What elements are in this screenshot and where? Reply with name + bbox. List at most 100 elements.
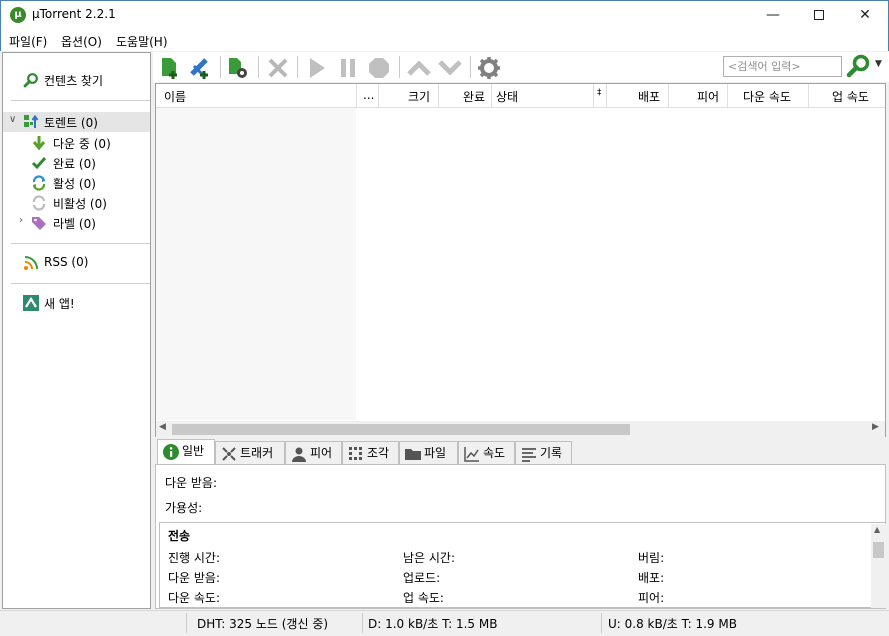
sidebar-item-downloading[interactable]: 다운 중 (0) <box>3 133 150 153</box>
uploaded-label: 업로드: <box>403 571 441 585</box>
upload-speed-label: 업 속도: <box>403 591 444 605</box>
detail-tabs: 일반 트래커 피어 조각 파일 속도 기록 <box>155 439 886 466</box>
status-divider <box>186 613 187 633</box>
tab-trackers[interactable]: 트래커 <box>215 441 285 465</box>
scroll-up-icon[interactable]: ▲ <box>874 525 880 534</box>
tab-general[interactable]: 일반 <box>157 439 215 466</box>
sidebar-item-label: 새 앱! <box>44 297 75 311</box>
maximize-button[interactable] <box>796 0 842 30</box>
divider <box>11 100 150 101</box>
sidebar-item-active[interactable]: 활성 (0) <box>3 173 150 193</box>
sidebar-item-labels[interactable]: › 라벨 (0) <box>3 213 150 233</box>
close-button[interactable]: ✕ <box>842 0 888 30</box>
find-content-link[interactable]: 컨텐츠 찾기 <box>3 70 150 90</box>
download-status: D: 1.0 kB/초 T: 1.5 MB <box>368 617 498 631</box>
tab-speed[interactable]: 속도 <box>458 441 515 465</box>
column-done[interactable]: 완료 <box>463 88 485 105</box>
category-sidebar: 컨텐츠 찾기 ∨ 토렌트 (0) 다운 중 (0) 완료 (0) 활성 (0) <box>2 52 151 609</box>
name-column-area <box>156 108 356 420</box>
sidebar-item-inactive[interactable]: 비활성 (0) <box>3 193 150 213</box>
scroll-right-icon[interactable]: ▶ <box>872 422 879 432</box>
tab-label: 조각 <box>367 446 390 460</box>
sidebar-item-label: 완료 (0) <box>53 157 96 171</box>
start-icon[interactable] <box>305 56 329 80</box>
wasted-label: 버림: <box>638 551 665 565</box>
remaining-time-label: 남은 시간: <box>403 551 456 565</box>
move-down-icon[interactable] <box>438 56 462 80</box>
toolbar-separator <box>470 56 471 78</box>
tab-logger[interactable]: 기록 <box>515 441 572 465</box>
sidebar-item-rss[interactable]: RSS (0) <box>3 253 150 273</box>
tab-files[interactable]: 파일 <box>399 441 458 465</box>
menu-help[interactable]: 도움말(H) <box>116 33 168 50</box>
menu-file[interactable]: 파일(F) <box>9 33 47 50</box>
scrollbar-thumb[interactable] <box>873 542 884 558</box>
horizontal-scrollbar[interactable]: ◀ ▶ <box>156 421 885 437</box>
tab-pieces[interactable]: 조각 <box>342 441 399 465</box>
sidebar-item-label: 라벨 (0) <box>53 217 96 231</box>
column-size[interactable]: 크기 <box>408 88 430 105</box>
column-down-speed[interactable]: 다운 속도 <box>743 88 791 105</box>
move-up-icon[interactable] <box>407 56 431 80</box>
sidebar-item-label: RSS (0) <box>44 255 89 269</box>
search-icon[interactable] <box>846 53 872 79</box>
divider <box>11 243 150 244</box>
chevron-down-icon: ∨ <box>9 114 17 125</box>
download-arrow-icon <box>32 136 46 151</box>
add-torrent-icon[interactable] <box>158 56 182 80</box>
gear-icon[interactable] <box>477 56 501 80</box>
seeds-label: 배포: <box>638 571 665 585</box>
window-title: µTorrent 2.2.1 <box>32 7 116 21</box>
log-lines-icon <box>522 448 536 462</box>
add-url-icon[interactable] <box>188 56 212 80</box>
pause-icon[interactable] <box>336 56 360 80</box>
column-extra[interactable]: ... <box>363 88 374 102</box>
divider <box>11 283 150 284</box>
sidebar-item-torrents[interactable]: ∨ 토렌트 (0) <box>3 112 150 132</box>
scroll-left-icon[interactable]: ◀ <box>159 422 166 432</box>
stop-icon[interactable] <box>367 56 391 80</box>
availability-label: 가용성: <box>165 501 203 515</box>
rss-icon <box>24 256 38 270</box>
column-divider <box>356 84 357 108</box>
caret-down-icon[interactable]: ▼ <box>875 59 882 69</box>
torrent-list[interactable]: 이름 ... 크기 완료 상태 ‡ 배포 피어 다운 속도 업 속도 ◀ ▶ <box>155 83 886 437</box>
create-torrent-icon[interactable] <box>226 56 250 80</box>
sidebar-item-label: 토렌트 (0) <box>44 116 98 130</box>
trackers-icon <box>222 447 236 461</box>
chevron-right-icon: › <box>19 215 23 226</box>
downloaded-total-label: 다운 받음: <box>168 571 221 585</box>
column-status[interactable]: 상태 <box>496 88 518 105</box>
sidebar-item-completed[interactable]: 완료 (0) <box>3 153 150 173</box>
find-content-label: 컨텐츠 찾기 <box>44 74 104 88</box>
downloaded-label: 다운 받음: <box>165 476 218 490</box>
scrollbar-thumb[interactable] <box>172 424 630 435</box>
column-seeds[interactable]: 배포 <box>638 88 660 105</box>
tab-label: 피어 <box>310 446 333 460</box>
download-speed-label: 다운 속도: <box>168 591 221 605</box>
column-peers[interactable]: 피어 <box>697 88 719 105</box>
active-arrows-icon <box>32 175 46 191</box>
toolbar-separator <box>258 56 259 78</box>
chart-icon <box>464 447 479 462</box>
column-divider <box>378 84 379 108</box>
vertical-scrollbar[interactable]: ▲ <box>871 524 886 608</box>
person-icon <box>292 447 306 462</box>
search-input[interactable]: <검색어 입력> <box>723 56 842 77</box>
menu-options[interactable]: 옵션(O) <box>61 33 102 50</box>
status-bar: DHT: 325 노드 (갱신 중) D: 1.0 kB/초 T: 1.5 MB… <box>0 610 889 636</box>
column-narrow[interactable]: ‡ <box>597 88 602 98</box>
pieces-grid-icon <box>349 447 362 460</box>
maximize-icon <box>814 10 824 20</box>
tab-peers[interactable]: 피어 <box>285 441 342 465</box>
status-divider <box>601 613 602 633</box>
remove-icon[interactable] <box>266 56 290 80</box>
general-detail-pane: 다운 받음: 가용성: 전송 진행 시간: 남은 시간: 버림: 다운 받음: … <box>155 464 886 609</box>
minimize-button[interactable]: — <box>750 0 796 30</box>
info-icon <box>163 444 179 460</box>
tab-label: 파일 <box>424 446 447 460</box>
column-up-speed[interactable]: 업 속도 <box>832 88 869 105</box>
sidebar-item-new-app[interactable]: 새 앱! <box>3 293 150 313</box>
folder-icon <box>405 449 421 460</box>
column-name[interactable]: 이름 <box>164 88 186 105</box>
